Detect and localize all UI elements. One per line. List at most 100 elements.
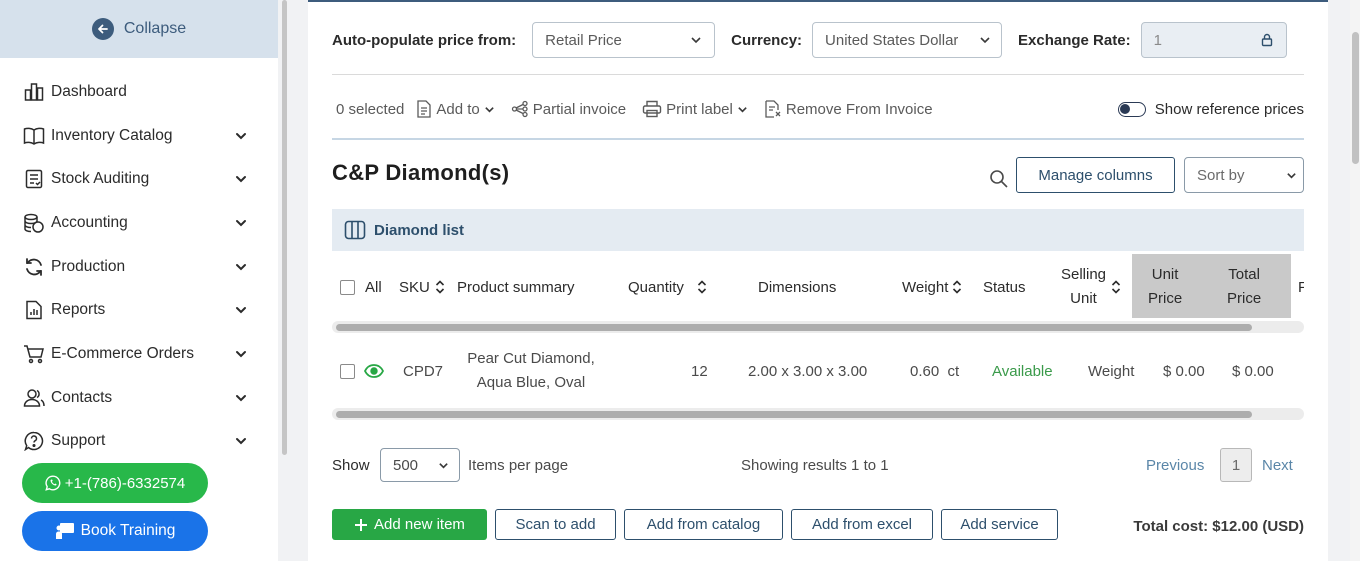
chevron-down-icon [439, 462, 448, 469]
sku-header[interactable]: SKU [399, 254, 446, 320]
total-price-cell: $ 0.00 [1232, 362, 1274, 380]
clipboard-check-icon [22, 167, 46, 191]
add-service-button[interactable]: Add service [941, 509, 1058, 540]
add-from-catalog-button[interactable]: Add from catalog [624, 509, 783, 540]
manage-columns-button[interactable]: Manage columns [1016, 157, 1175, 193]
weight-header-label: Weight [902, 278, 949, 296]
selling-unit-header[interactable]: Selling Unit [1061, 254, 1122, 320]
refresh-icon [22, 255, 46, 279]
eye-icon[interactable] [364, 364, 384, 378]
collapse-button[interactable]: Collapse [0, 0, 278, 58]
previous-button[interactable]: Previous [1146, 448, 1204, 482]
exchange-rate-value: 1 [1153, 31, 1162, 49]
autopopulate-value: Retail Price [545, 31, 622, 49]
sidebar-item-label: Dashboard [51, 82, 127, 100]
chevron-down-icon [738, 106, 747, 113]
columns-icon [344, 220, 366, 240]
row-select-cell [340, 338, 355, 404]
unit-price-header: Unit Price [1148, 254, 1182, 320]
page-1-button[interactable]: 1 [1220, 448, 1252, 482]
divider [332, 74, 1304, 75]
bottom-actions: Add new item Scan to add Add from catalo… [332, 509, 1304, 541]
sidebar-item-stock-auditing[interactable]: Stock Auditing [0, 157, 278, 201]
per-page-select[interactable]: 500 [380, 448, 460, 482]
sku-cell: CPD7 [403, 362, 444, 380]
scrollbar-thumb[interactable] [1352, 32, 1359, 164]
search-icon[interactable] [989, 169, 1009, 189]
sort-icon [697, 280, 706, 294]
unit-price-cell: $ 0.00 [1163, 362, 1205, 380]
phone-button[interactable]: +1-(786)-6332574 [22, 463, 208, 503]
partial-invoice-button[interactable]: Partial invoice [511, 100, 626, 118]
weight-header[interactable]: Weight [902, 254, 963, 320]
plus-icon [355, 518, 368, 531]
view-cell [364, 338, 384, 404]
sort-by-select[interactable]: Sort by [1184, 157, 1304, 193]
sidebar-item-label: Production [51, 257, 126, 275]
users-icon [22, 386, 46, 410]
sidebar-item-ecommerce-orders[interactable]: E-Commerce Orders [0, 332, 278, 376]
add-new-item-button[interactable]: Add new item [332, 509, 487, 540]
sidebar-item-contacts[interactable]: Contacts [0, 376, 278, 420]
print-label-button[interactable]: Print label [642, 100, 748, 118]
unit-price-header-line1: Unit [1151, 266, 1179, 283]
reference-prices-toggle[interactable] [1117, 101, 1146, 117]
currency-value: United States Dollar [825, 31, 959, 49]
chevron-down-icon [236, 219, 246, 227]
select-all-checkbox[interactable] [340, 279, 355, 295]
total-cost: Total cost: $12.00 (USD) [1133, 518, 1304, 535]
document-remove-icon [765, 100, 781, 118]
remove-from-invoice-button[interactable]: Remove From Invoice [764, 100, 933, 118]
exchange-rate-input[interactable]: 1 [1140, 22, 1287, 58]
print-label-label: Print label [666, 100, 733, 118]
diamond-list-header: Diamond list [332, 209, 1304, 251]
remove-from-invoice-label: Remove From Invoice [785, 100, 933, 118]
sidebar-item-support[interactable]: Support [0, 420, 278, 464]
quantity-header[interactable]: Quantity [628, 254, 708, 320]
sidebar-scrollbar[interactable] [282, 0, 287, 455]
add-new-item-label: Add new item [374, 516, 465, 533]
sidebar-item-label: Support [51, 432, 106, 450]
table-scrollbar[interactable] [332, 408, 1304, 420]
add-to-button[interactable]: Add to [416, 100, 494, 118]
reference-prices-label: Show reference prices [1154, 100, 1304, 118]
currency-select[interactable]: United States Dollar [812, 22, 1003, 58]
presentation-icon [55, 523, 74, 539]
table-header-scrollbar[interactable] [332, 321, 1304, 333]
sidebar-item-production[interactable]: Production [0, 245, 278, 289]
sidebar-item-label: Accounting [51, 213, 128, 231]
autopopulate-label: Auto-populate price from: [332, 31, 517, 49]
pagination: Show 500 Items per page Showing results … [332, 448, 1304, 482]
selling-unit-header-line1: Selling [1061, 266, 1107, 283]
per-page-value: 500 [393, 456, 419, 474]
chevron-down-icon [691, 37, 701, 44]
scrollbar-thumb[interactable] [336, 324, 1252, 331]
book-training-button[interactable]: Book Training [22, 511, 208, 551]
sidebar-item-inventory-catalog[interactable]: Inventory Catalog [0, 114, 278, 158]
show-label: Show [332, 456, 370, 474]
add-from-excel-button[interactable]: Add from excel [791, 509, 933, 540]
quantity-header-label: Quantity [628, 278, 684, 296]
select-all-label: All [365, 278, 382, 296]
sidebar-nav: Dashboard Inventory Catalog Stock Auditi… [0, 58, 278, 463]
scan-to-add-button[interactable]: Scan to add [495, 509, 616, 540]
sort-icon [1111, 280, 1121, 294]
sidebar-item-dashboard[interactable]: Dashboard [0, 70, 278, 114]
page-scrollbar[interactable] [1350, 0, 1360, 561]
dimensions-header: Dimensions [758, 278, 837, 296]
sidebar-item-reports[interactable]: Reports [0, 288, 278, 332]
arrow-left-icon [91, 18, 114, 40]
exchange-rate-label: Exchange Rate: [1018, 31, 1131, 49]
summary-header: Product summary [457, 278, 575, 296]
scrollbar-thumb[interactable] [336, 411, 1252, 418]
row-checkbox[interactable] [340, 363, 355, 379]
autopopulate-select[interactable]: Retail Price [532, 22, 716, 58]
next-button[interactable]: Next [1262, 448, 1293, 482]
printer-icon [642, 100, 662, 118]
weight-cell: 0.60 ct [910, 362, 960, 380]
chevron-down-icon [980, 37, 990, 44]
sidebar-item-label: Inventory Catalog [51, 126, 173, 144]
sidebar-item-accounting[interactable]: Accounting [0, 201, 278, 245]
select-all-group: All [340, 254, 382, 320]
total-price-header-line1: Total [1228, 266, 1260, 283]
